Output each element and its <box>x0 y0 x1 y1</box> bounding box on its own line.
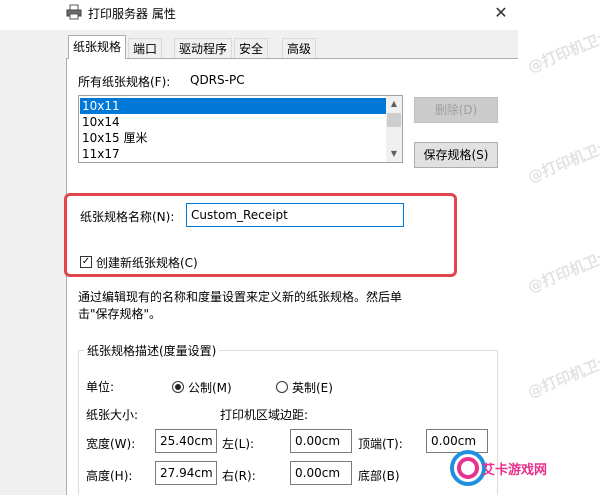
height-label: 高度(H): <box>86 469 133 483</box>
imperial-radio[interactable] <box>276 381 288 393</box>
instruction-text: 击"保存规格"。 <box>78 307 162 321</box>
site-logo: 艾卡游戏网 <box>446 443 550 493</box>
delete-button[interactable]: 删除(D) <box>414 97 498 123</box>
metric-label[interactable]: 公制(M) <box>188 379 232 396</box>
properties-dialog: 打印服务器 属性 ✕ 纸张规格 端口 驱动程序 安全 高级 所有纸张规格(F):… <box>0 0 518 495</box>
watermark: @打印机卫士 <box>525 245 600 297</box>
close-button[interactable]: ✕ <box>488 2 514 24</box>
margins-label: 打印机区域边距: <box>220 408 309 422</box>
width-label: 宽度(W): <box>86 437 136 451</box>
tab-advanced[interactable]: 高级 <box>282 38 317 58</box>
logo-text: 艾卡游戏网 <box>482 463 548 478</box>
list-item[interactable]: 10x11 <box>80 98 388 114</box>
printer-icon <box>66 4 82 20</box>
tab-ports[interactable]: 端口 <box>128 38 163 58</box>
server-name: QDRS-PC <box>190 73 245 87</box>
left-margin-label: 左(L): <box>222 437 255 451</box>
watermark: @打印机卫士 <box>525 25 600 77</box>
list-item[interactable]: 10x15 厘米 <box>80 130 388 146</box>
list-item[interactable]: 10x14 <box>80 114 388 130</box>
instruction-text: 通过编辑现有的名称和度量设置来定义新的纸张规格。然后单 <box>78 290 403 304</box>
tab-drivers[interactable]: 驱动程序 <box>174 38 233 58</box>
right-margin-label: 右(R): <box>222 469 256 483</box>
watermark: @打印机卫士 <box>525 135 600 187</box>
tab-security[interactable]: 安全 <box>234 38 269 58</box>
scroll-up-icon[interactable]: ▲ <box>386 96 402 112</box>
right-margin-input[interactable]: 0.00cm <box>290 461 352 485</box>
top-margin-label: 顶端(T): <box>358 437 403 451</box>
metric-radio[interactable] <box>172 381 184 393</box>
bottom-margin-label: 底部(B) <box>358 469 400 483</box>
imperial-label[interactable]: 英制(E) <box>292 379 333 396</box>
scroll-thumb[interactable] <box>387 113 401 127</box>
tab-forms[interactable]: 纸张规格 <box>68 35 127 59</box>
paper-size-label: 纸张大小: <box>86 408 139 422</box>
left-margin-input[interactable]: 0.00cm <box>290 429 352 453</box>
highlight-box <box>64 193 457 277</box>
description-title: 纸张规格描述(度量设置) <box>84 342 220 359</box>
height-input[interactable]: 27.94cm <box>155 461 217 485</box>
units-label: 单位: <box>86 380 115 394</box>
save-form-button[interactable]: 保存规格(S) <box>414 142 498 168</box>
forms-scrollbar[interactable]: ▲ ▼ <box>386 96 402 162</box>
all-forms-label: 所有纸张规格(F): <box>78 75 171 89</box>
list-item[interactable]: 11x17 <box>80 146 388 162</box>
forms-list[interactable]: 10x11 10x14 10x15 厘米 11x17 <box>78 95 403 163</box>
window-title: 打印服务器 属性 <box>88 7 176 21</box>
scroll-down-icon[interactable]: ▼ <box>386 146 402 162</box>
width-input[interactable]: 25.40cm <box>155 429 217 453</box>
watermark: @打印机卫士 <box>525 350 600 402</box>
